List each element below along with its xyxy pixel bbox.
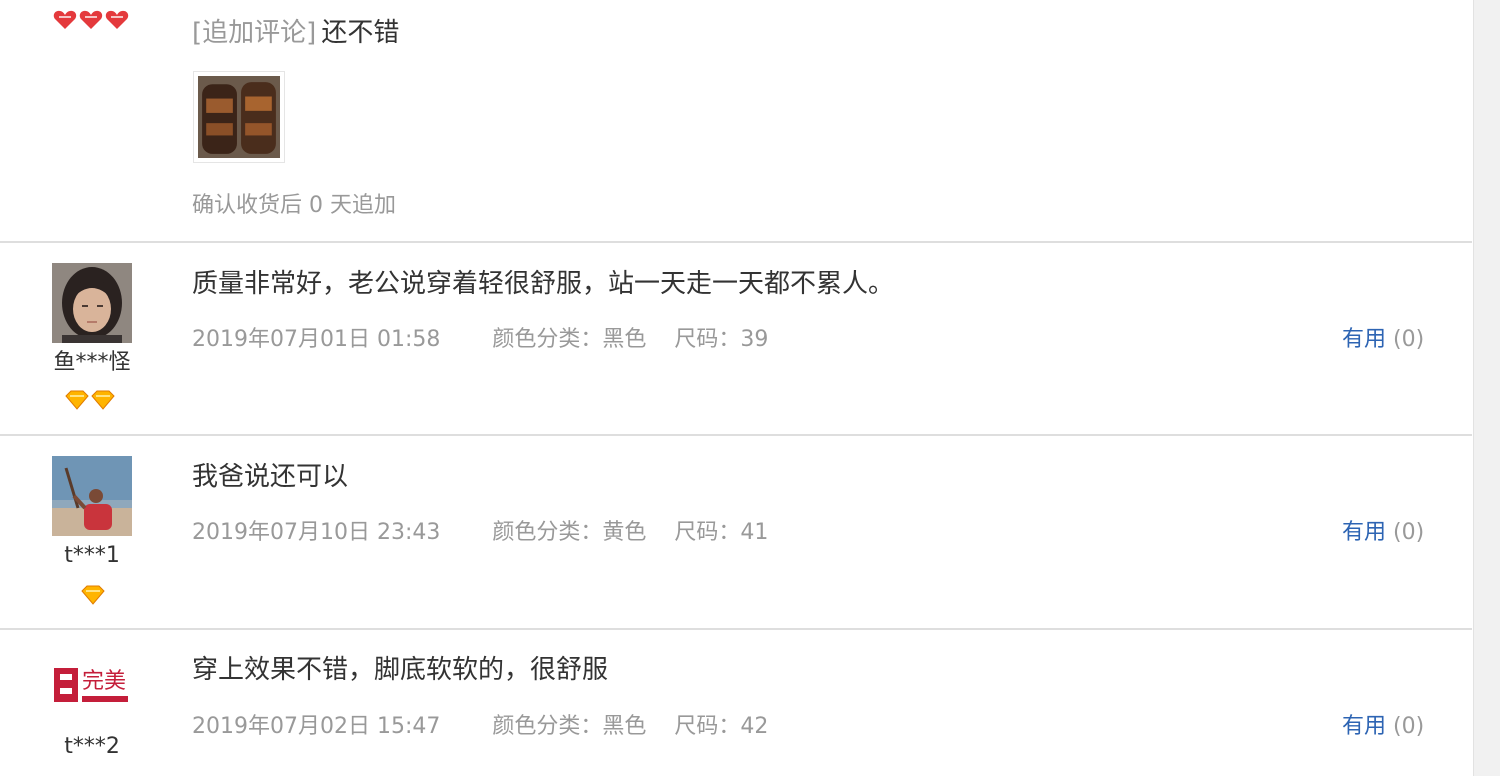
color-value: 黑色 bbox=[602, 327, 647, 352]
append-comment-tag: [追加评论] bbox=[192, 18, 317, 48]
review-text: 还不错 bbox=[321, 18, 400, 48]
review-date: 2019年07月10日 23:43 bbox=[192, 520, 441, 545]
user-level-diamonds bbox=[64, 389, 116, 411]
color-label: 颜色分类： bbox=[492, 327, 603, 352]
size-value: 39 bbox=[740, 327, 769, 352]
size-value: 42 bbox=[740, 714, 769, 739]
review-meta: 2019年07月01日 01:58 颜色分类：黑色 尺码：39 bbox=[192, 329, 768, 351]
review-text: 穿上效果不错，脚底软软的，很舒服 bbox=[192, 655, 609, 685]
username[interactable]: t***1 bbox=[32, 545, 152, 567]
shoe-photo-icon bbox=[198, 76, 280, 158]
review-photo-thumbnail[interactable] bbox=[193, 71, 285, 163]
review-meta: 2019年07月10日 23:43 颜色分类：黄色 尺码：41 bbox=[192, 522, 768, 544]
useful-button[interactable]: 有用 (0) bbox=[1342, 716, 1424, 738]
perfect-brand-logo-avatar: 完美 bbox=[52, 658, 132, 718]
vertical-scrollbar[interactable] bbox=[1473, 0, 1500, 776]
size-label: 尺码： bbox=[674, 520, 741, 545]
username[interactable]: 鱼***怪 bbox=[32, 352, 152, 374]
useful-button[interactable]: 有用 (0) bbox=[1342, 329, 1424, 351]
review-divider bbox=[0, 434, 1472, 436]
reviews-page: [追加评论] 还不错 确认收货后 0 天追加 鱼***怪 质量非常好，老公说穿着… bbox=[0, 0, 1500, 776]
person-with-bat-avatar bbox=[52, 456, 132, 536]
review-meta: 2019年07月02日 15:47 颜色分类：黑色 尺码：42 bbox=[192, 716, 768, 738]
woman-portrait-avatar bbox=[52, 263, 132, 343]
avatar[interactable]: 完美 bbox=[52, 658, 132, 718]
append-time-note: 确认收货后 0 天追加 bbox=[192, 193, 396, 218]
color-label: 颜色分类： bbox=[492, 714, 603, 739]
review-text: 我爸说还可以 bbox=[192, 462, 349, 492]
user-level-hearts bbox=[52, 8, 132, 32]
username[interactable]: t***2 bbox=[32, 736, 152, 758]
color-label: 颜色分类： bbox=[492, 520, 603, 545]
gold-diamond-icon bbox=[65, 390, 115, 410]
append-comment-line: [追加评论] 还不错 bbox=[192, 20, 399, 46]
useful-button[interactable]: 有用 (0) bbox=[1342, 522, 1424, 544]
useful-count: (0) bbox=[1393, 327, 1425, 352]
review-date: 2019年07月02日 15:47 bbox=[192, 714, 441, 739]
avatar[interactable] bbox=[52, 263, 132, 343]
red-heart-icon bbox=[53, 10, 129, 29]
useful-count: (0) bbox=[1393, 714, 1425, 739]
size-label: 尺码： bbox=[674, 327, 741, 352]
review-divider bbox=[0, 628, 1472, 630]
useful-label[interactable]: 有用 bbox=[1342, 520, 1386, 545]
useful-label[interactable]: 有用 bbox=[1342, 714, 1386, 739]
avatar[interactable] bbox=[52, 456, 132, 536]
review-divider bbox=[0, 241, 1472, 243]
review-date: 2019年07月01日 01:58 bbox=[192, 327, 441, 352]
gold-diamond-icon bbox=[81, 585, 105, 605]
brand-logo-text: 完美 bbox=[82, 669, 126, 694]
useful-count: (0) bbox=[1393, 520, 1425, 545]
user-level-diamonds bbox=[80, 584, 106, 606]
size-label: 尺码： bbox=[674, 714, 741, 739]
color-value: 黄色 bbox=[602, 520, 647, 545]
useful-label[interactable]: 有用 bbox=[1342, 327, 1386, 352]
review-text: 质量非常好，老公说穿着轻很舒服，站一天走一天都不累人。 bbox=[192, 269, 895, 299]
color-value: 黑色 bbox=[602, 714, 647, 739]
size-value: 41 bbox=[740, 520, 769, 545]
